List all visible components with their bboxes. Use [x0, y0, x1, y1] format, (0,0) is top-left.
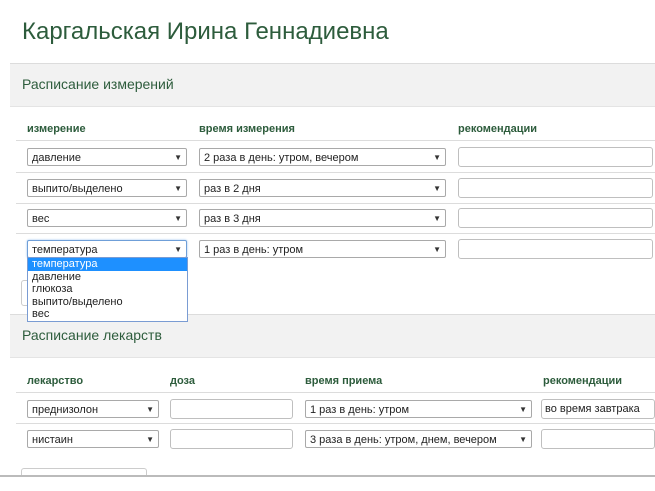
medications-title: Расписание лекарств	[22, 327, 162, 343]
divider	[16, 233, 655, 234]
time-select-value: 2 раза в день: утром, вечером	[204, 152, 359, 164]
chevron-down-icon: ▼	[433, 184, 441, 193]
time-select-value: раз в 2 дня	[204, 183, 261, 195]
col-header-dose: доза	[170, 375, 195, 387]
chevron-down-icon: ▼	[174, 184, 182, 193]
chevron-down-icon: ▼	[146, 405, 154, 414]
measure-select-value: температура	[32, 244, 98, 256]
intake-time-select-value: 3 раза в день: утром, днем, вечером	[310, 434, 497, 446]
chevron-down-icon: ▼	[174, 245, 182, 254]
chevron-down-icon: ▼	[146, 435, 154, 444]
drug-select-value: нистаин	[32, 434, 73, 446]
col-header-drug: лекарство	[27, 375, 84, 387]
drug-select[interactable]: нистаин ▼	[27, 430, 159, 448]
measurements-section-header: Расписание измерений	[10, 63, 655, 107]
chevron-down-icon: ▼	[519, 405, 527, 414]
intake-time-select-value: 1 раз в день: утром	[310, 404, 410, 416]
col-header-rec: рекомендации	[543, 375, 623, 387]
measure-select[interactable]: давление ▼	[27, 148, 187, 166]
chevron-down-icon: ▼	[433, 153, 441, 162]
intake-time-select[interactable]: 3 раза в день: утром, днем, вечером ▼	[305, 430, 532, 448]
medication-recommendation-input[interactable]	[541, 429, 655, 449]
dropdown-option[interactable]: давление	[28, 271, 187, 284]
recommendation-input[interactable]	[458, 147, 653, 167]
chevron-down-icon: ▼	[174, 214, 182, 223]
drug-select[interactable]: преднизолон ▼	[27, 400, 159, 418]
recommendation-input[interactable]	[458, 178, 653, 198]
chevron-down-icon: ▼	[433, 245, 441, 254]
divider	[16, 140, 655, 141]
time-select[interactable]: 2 раза в день: утром, вечером ▼	[199, 148, 446, 166]
time-select[interactable]: раз в 3 дня ▼	[199, 209, 446, 227]
chevron-down-icon: ▼	[174, 153, 182, 162]
dose-input[interactable]	[170, 429, 293, 449]
time-select[interactable]: 1 раз в день: утром ▼	[199, 240, 446, 258]
dropdown-option[interactable]: температура	[28, 258, 187, 271]
recommendation-input[interactable]	[458, 239, 653, 259]
measure-select-open[interactable]: температура ▼	[27, 240, 187, 258]
measurements-title: Расписание измерений	[22, 76, 174, 92]
drug-select-value: преднизолон	[32, 404, 99, 416]
measure-select-value: давление	[32, 152, 82, 164]
measure-select-value: выпито/выделено	[32, 183, 123, 195]
page-title: Каргальская Ирина Геннадиевна	[22, 18, 389, 45]
divider	[16, 423, 655, 424]
intake-time-select[interactable]: 1 раз в день: утром ▼	[305, 400, 532, 418]
medication-recommendation-input[interactable]: во время завтрака	[541, 399, 655, 419]
col-header-time: время измерения	[199, 123, 295, 135]
time-select[interactable]: раз в 2 дня ▼	[199, 179, 446, 197]
col-header-measure: измерение	[27, 123, 86, 135]
dropdown-option[interactable]: вес	[28, 308, 187, 321]
divider	[16, 392, 655, 393]
measure-dropdown-list[interactable]: температура давление глюкоза выпито/выде…	[27, 257, 188, 322]
divider	[16, 203, 655, 204]
time-select-value: 1 раз в день: утром	[204, 244, 304, 256]
time-select-value: раз в 3 дня	[204, 213, 261, 225]
measure-select[interactable]: выпито/выделено ▼	[27, 179, 187, 197]
chevron-down-icon: ▼	[433, 214, 441, 223]
window-bottom-edge	[0, 475, 655, 491]
dropdown-option[interactable]: глюкоза	[28, 283, 187, 296]
measure-select[interactable]: вес ▼	[27, 209, 187, 227]
dose-input[interactable]	[170, 399, 293, 419]
recommendation-input[interactable]	[458, 208, 653, 228]
col-header-rec: рекомендации	[458, 123, 538, 135]
measure-select-value: вес	[32, 213, 50, 225]
col-header-time: время приема	[305, 375, 383, 387]
dropdown-option[interactable]: выпито/выделено	[28, 296, 187, 309]
chevron-down-icon: ▼	[519, 435, 527, 444]
divider	[16, 172, 655, 173]
